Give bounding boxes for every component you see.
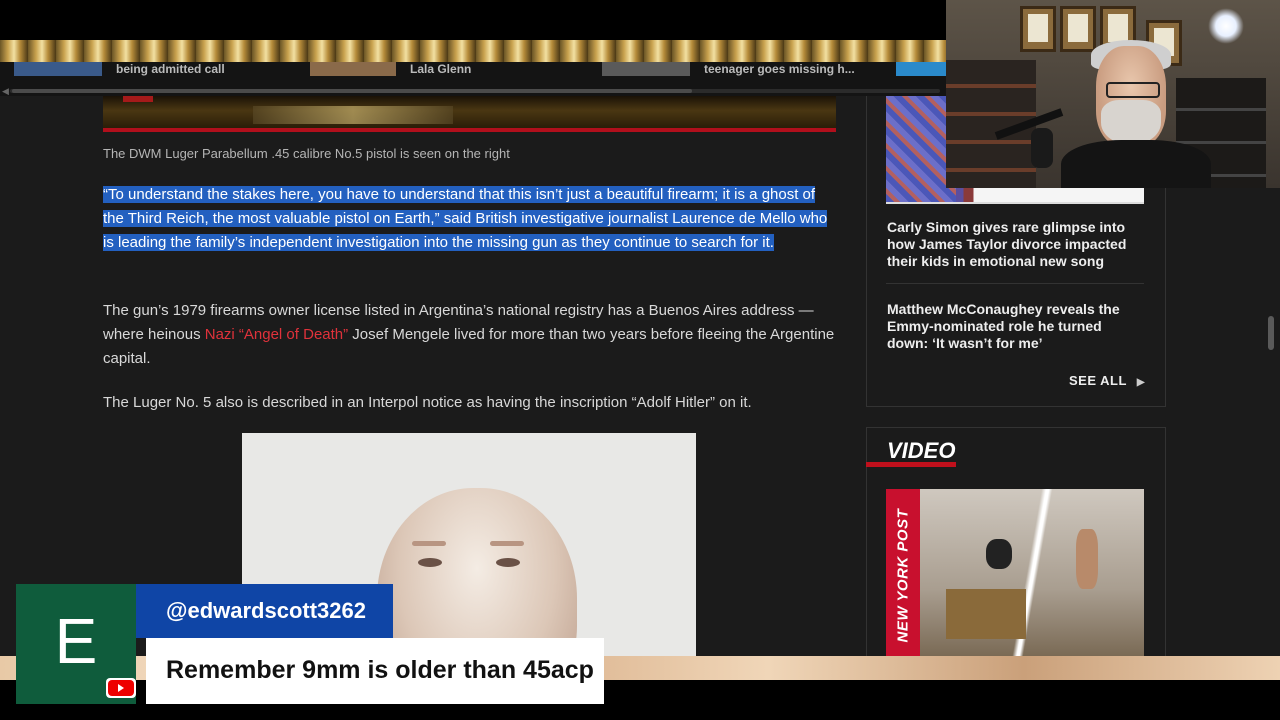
nypost-logo: NEW YORK POST: [886, 489, 920, 656]
chat-avatar: E: [16, 584, 136, 704]
hero-image: [103, 96, 836, 132]
trending-item[interactable]: Lala Glenn: [410, 62, 560, 76]
sidebar-headline-2[interactable]: Matthew McConaughey reveals the Emmy-nom…: [887, 301, 1137, 352]
trending-thumb[interactable]: [602, 62, 690, 76]
interpol-paragraph: The Luger No. 5 also is described in an …: [103, 394, 752, 411]
scrollbar-thumb[interactable]: [12, 89, 692, 93]
selected-text[interactable]: “To understand the stakes here, you have…: [103, 186, 828, 251]
video-heading: VIDEO: [887, 438, 956, 463]
see-all-label: SEE ALL: [1069, 373, 1127, 388]
trending-thumb[interactable]: [310, 62, 396, 76]
webcam-overlay: [946, 0, 1280, 188]
trending-thumb[interactable]: [896, 62, 946, 76]
license-paragraph: The gun’s 1979 firearms owner license li…: [103, 299, 838, 371]
chat-message: Remember 9mm is older than 45acp: [166, 656, 594, 684]
video-thumbnail[interactable]: NEW YORK POST: [886, 489, 1144, 656]
trending-thumb[interactable]: [14, 62, 102, 76]
chevron-right-icon: ▶: [1136, 377, 1146, 388]
sidebar-headline-1[interactable]: Carly Simon gives rare glimpse into how …: [887, 219, 1137, 270]
vertical-scrollbar-thumb[interactable]: [1268, 316, 1274, 350]
trending-item[interactable]: teenager goes missing h...: [704, 62, 864, 76]
chat-message-box: Remember 9mm is older than 45acp: [146, 638, 604, 704]
chat-username-bar: @edwardscott3262: [136, 584, 393, 638]
chat-username: @edwardscott3262: [166, 598, 366, 623]
see-all-link[interactable]: SEE ALL ▶: [1069, 373, 1145, 388]
top-black-band: [0, 0, 946, 40]
video-heading-underline: [866, 462, 956, 467]
horizontal-scrollbar[interactable]: ◀: [2, 86, 940, 96]
trending-item[interactable]: being admitted call: [116, 62, 276, 76]
angel-of-death-link[interactable]: Nazi “Angel of Death”: [205, 326, 348, 343]
avatar-letter: E: [54, 605, 98, 677]
divider: [886, 283, 1144, 284]
quote-paragraph: “To understand the stakes here, you have…: [103, 183, 838, 255]
youtube-icon: [106, 678, 136, 698]
image-caption: The DWM Luger Parabellum .45 calibre No.…: [103, 146, 510, 161]
